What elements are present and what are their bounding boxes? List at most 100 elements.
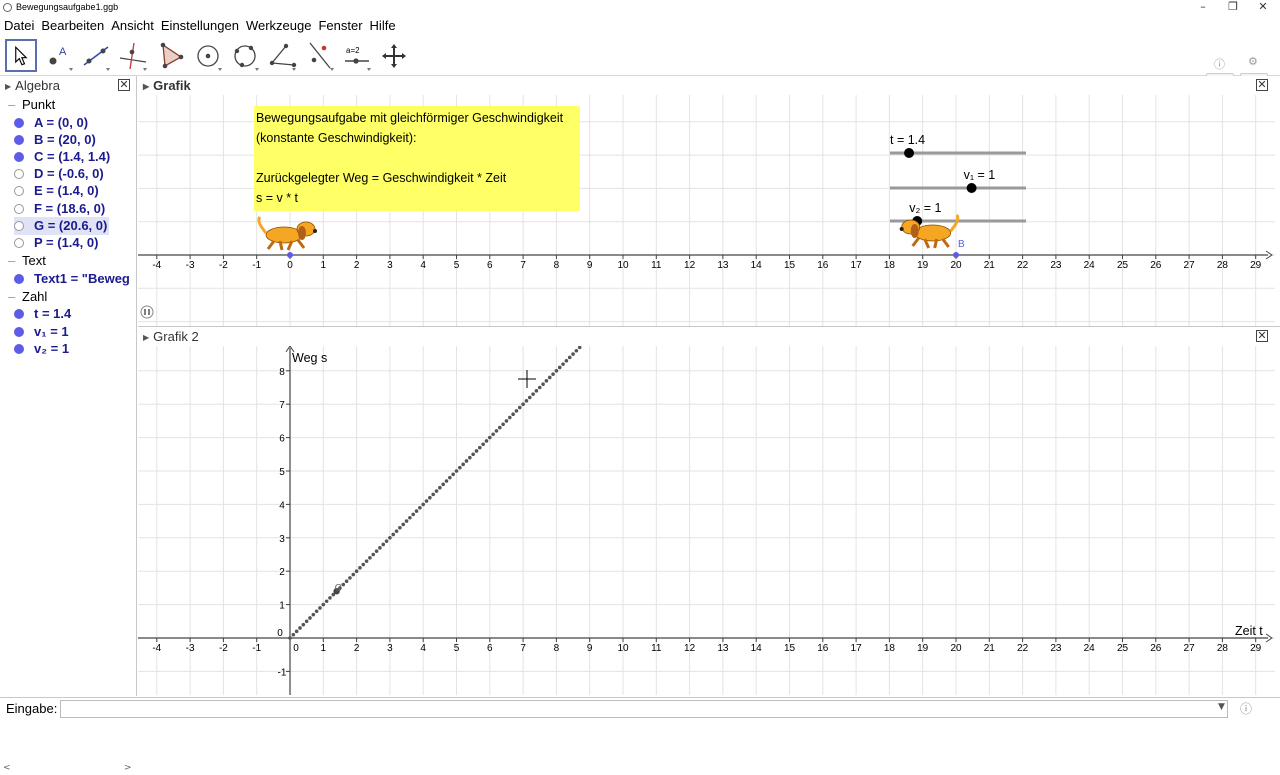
algebra-header[interactable]: ▶ Algebra bbox=[0, 78, 60, 97]
help-icon[interactable]: ⓘ bbox=[1214, 56, 1225, 72]
slider-knob[interactable] bbox=[904, 148, 915, 158]
algebra-item[interactable]: G = (20.6, 0) bbox=[14, 216, 110, 235]
close-graphics1-icon[interactable]: ✕ bbox=[1256, 79, 1268, 91]
algebra-item[interactable]: Text1 = "Beweg bbox=[14, 270, 130, 288]
algebra-item[interactable]: P = (1.4, 0) bbox=[14, 234, 98, 252]
algebra-item-label: v₁ = 1 bbox=[34, 323, 69, 339]
slider[interactable]: t = 1.4 bbox=[890, 133, 1026, 158]
trace-point bbox=[308, 616, 312, 620]
move-view-tool-button[interactable] bbox=[378, 39, 410, 72]
algebra-view: ▶ Algebra ✕ – Punkt A = (0, 0) B = (20, 0) C … bbox=[0, 76, 137, 773]
slider-tool-button[interactable]: a=2 bbox=[341, 39, 373, 72]
collapse-minus-icon[interactable]: – bbox=[8, 96, 16, 114]
grid bbox=[123, 336, 1275, 706]
algebra-category-text[interactable]: – Text bbox=[8, 252, 46, 270]
reflect-tool-button[interactable] bbox=[304, 39, 336, 72]
close-algebra-icon[interactable]: ✕ bbox=[118, 79, 130, 91]
visibility-toggle-icon[interactable] bbox=[14, 203, 24, 214]
trace-point bbox=[441, 482, 445, 487]
collapse-minus-icon[interactable]: – bbox=[8, 288, 16, 306]
x-tick-label: -2 bbox=[219, 260, 228, 271]
x-tick-label: 2 bbox=[354, 260, 360, 271]
graphics2-canvas[interactable]: -4 -3 -2 -1 0 1 2 3 4 5 6 7 8 9 10 11 12 13 14 15 16 17 18 19 20… bbox=[123, 336, 1275, 706]
svg-text:A: A bbox=[59, 46, 67, 58]
menu-werkzeuge[interactable]: Werkzeuge bbox=[242, 16, 315, 34]
menu-hilfe[interactable]: Hilfe bbox=[366, 16, 399, 34]
point-tool-button[interactable]: A bbox=[43, 39, 75, 72]
algebra-item[interactable]: F = (18.6, 0) bbox=[14, 200, 105, 218]
close-graphics2-icon[interactable]: ✕ bbox=[1256, 330, 1268, 342]
visibility-toggle-icon[interactable] bbox=[14, 220, 24, 231]
circle-tool-button[interactable] bbox=[192, 39, 224, 72]
algebra-category-zahl[interactable]: – Zahl bbox=[8, 288, 47, 306]
pause-circle bbox=[140, 305, 154, 319]
graphics2-header[interactable]: ▶ Grafik 2 ✕ bbox=[138, 326, 1280, 345]
x-tick-label: 0 bbox=[287, 260, 293, 271]
menu-ansicht[interactable]: Ansicht bbox=[107, 16, 157, 34]
input-field[interactable] bbox=[60, 700, 1228, 718]
algebra-item[interactable]: C = (1.4, 1.4) bbox=[14, 148, 110, 166]
visibility-toggle-icon[interactable] bbox=[14, 117, 24, 128]
menu-einstellungen[interactable]: Einstellungen bbox=[157, 16, 242, 34]
algebra-item[interactable]: v₂ = 1 bbox=[14, 340, 69, 358]
x-tick-label: 1 bbox=[321, 260, 327, 271]
angle-tool-button[interactable] bbox=[266, 39, 298, 72]
menu-fenster[interactable]: Fenster bbox=[314, 16, 365, 34]
collapse-minus-icon[interactable]: – bbox=[8, 252, 16, 270]
visibility-toggle-icon[interactable] bbox=[14, 169, 24, 180]
input-help-icon[interactable]: ⓘ bbox=[1240, 700, 1252, 717]
algebra-item[interactable]: A = (0, 0) bbox=[14, 114, 88, 132]
trace-point bbox=[448, 475, 452, 480]
algebra-category-punkt[interactable]: – Punkt bbox=[8, 96, 55, 114]
x-tick-label: 17 bbox=[851, 260, 863, 271]
gear-icon[interactable]: ⚙ bbox=[1248, 55, 1258, 68]
window-title: Bewegungsaufgabe1.ggb bbox=[16, 2, 119, 12]
info-textbox[interactable]: Bewegungsaufgabe mit gleichförmiger Gesc… bbox=[254, 106, 580, 211]
input-bar: Eingabe: ▼ ⓘ bbox=[0, 697, 1280, 720]
algebra-item[interactable]: t = 1.4 bbox=[14, 305, 71, 323]
visibility-toggle-icon[interactable] bbox=[14, 273, 24, 284]
x-tick-label: 3 bbox=[387, 260, 393, 271]
trace-point bbox=[321, 602, 326, 607]
y-tick-label: 3 bbox=[279, 534, 285, 545]
algebra-item[interactable]: D = (-0.6, 0) bbox=[14, 165, 104, 183]
algebra-item[interactable]: B = (20, 0) bbox=[14, 131, 96, 149]
menu-datei[interactable]: Datei bbox=[0, 16, 37, 34]
y-tick-label: 5 bbox=[279, 467, 285, 478]
graphics1-header[interactable]: ▶ Grafik ✕ bbox=[138, 76, 1280, 95]
visibility-toggle-icon[interactable] bbox=[14, 134, 24, 145]
slider-knob[interactable] bbox=[966, 183, 977, 193]
line-tool-button[interactable] bbox=[80, 39, 112, 72]
collapse-triangle-icon: ▶ bbox=[143, 333, 150, 342]
restore-button[interactable]: ❐ bbox=[1218, 0, 1248, 16]
visibility-toggle-icon[interactable] bbox=[14, 151, 24, 162]
move-tool-button[interactable] bbox=[5, 39, 37, 72]
textbox-line: (konstante Geschwindigkeit): bbox=[256, 131, 417, 145]
circle-three-points-tool-button[interactable] bbox=[229, 39, 261, 72]
visibility-toggle-icon[interactable] bbox=[14, 237, 24, 248]
point-b[interactable] bbox=[953, 252, 959, 258]
x-tick-label: 6 bbox=[487, 260, 493, 271]
pause-button[interactable] bbox=[140, 305, 154, 319]
slider[interactable]: v₁ = 1 bbox=[890, 168, 1026, 193]
algebra-item[interactable]: v₁ = 1 bbox=[14, 323, 69, 341]
close-window-button[interactable]: ✕ bbox=[1248, 0, 1278, 16]
visibility-toggle-icon[interactable] bbox=[14, 343, 24, 354]
trace-point bbox=[328, 596, 332, 600]
visibility-toggle-icon[interactable] bbox=[14, 326, 24, 337]
graphics1-canvas[interactable]: -4 -3 -2 -1 0 1 2 3 4 5 6 7 8 9 10 11 12 13 14 15 16 17 18 19 20… bbox=[123, 54, 1275, 356]
trace-point bbox=[521, 402, 525, 406]
x-tick-label: 13 bbox=[717, 260, 729, 271]
input-dropdown-icon[interactable]: ▼ bbox=[1218, 702, 1225, 712]
point-a[interactable] bbox=[287, 252, 293, 258]
trace-point bbox=[438, 485, 442, 490]
x-tick-label: 18 bbox=[884, 643, 896, 654]
visibility-toggle-icon[interactable] bbox=[14, 309, 24, 320]
algebra-scrollbar[interactable]: < > bbox=[0, 760, 137, 773]
minimize-button[interactable]: – bbox=[1188, 0, 1218, 16]
algebra-item[interactable]: E = (1.4, 0) bbox=[14, 182, 99, 200]
perpendicular-tool-button[interactable] bbox=[117, 39, 149, 72]
polygon-tool-button[interactable] bbox=[155, 39, 187, 72]
visibility-toggle-icon[interactable] bbox=[14, 186, 24, 197]
menu-bearbeiten[interactable]: Bearbeiten bbox=[37, 16, 107, 34]
